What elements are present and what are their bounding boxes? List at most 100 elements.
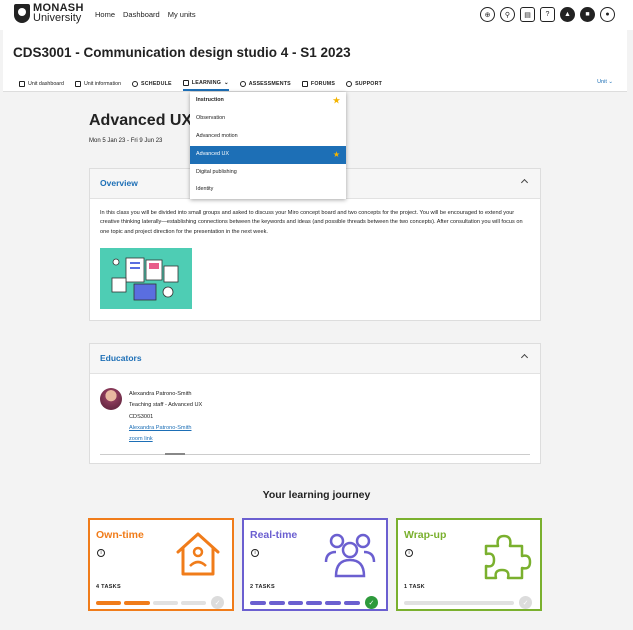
info-icon[interactable]: i — [97, 549, 105, 557]
star-icon[interactable]: ★ — [333, 92, 340, 110]
overview-text: In this class you will be divided into s… — [100, 210, 523, 235]
info-icon[interactable]: i — [405, 549, 413, 557]
top-icons: ⊕ ⚲ ▤ ? ▲ ■ ● — [480, 7, 615, 22]
assessment-icon — [239, 81, 246, 87]
check-icon: ✓ — [211, 596, 224, 609]
nav-my-units[interactable]: My units — [168, 10, 196, 19]
hourglass-icon — [74, 81, 81, 87]
unit-title: CDS3001 - Communication design studio 4 … — [13, 45, 351, 60]
progress-segment — [404, 600, 514, 605]
dropdown-item-identity[interactable]: Identity — [190, 181, 346, 199]
tab-label: LEARNING — [191, 80, 222, 86]
dropdown-item-digital-publishing[interactable]: Digital publishing — [190, 164, 346, 182]
progress-bar: ✓ — [250, 596, 378, 609]
unit-menu-button[interactable]: Unit ⌄ — [597, 79, 613, 85]
unit-header: CDS3001 - Communication design studio 4 … — [3, 30, 627, 92]
progress-segment — [287, 600, 304, 605]
illustration-image — [100, 248, 192, 309]
tab-label: Unit dashboard — [28, 81, 64, 87]
zoom-link[interactable]: zoom link — [129, 434, 202, 445]
progress-segment — [325, 600, 342, 605]
tab-label: ASSESSMENTS — [248, 81, 291, 87]
progress-segment — [250, 600, 266, 605]
user-profile-icon[interactable]: ● — [600, 7, 615, 22]
progress-segment — [124, 600, 150, 605]
chevron-up-icon[interactable] — [520, 353, 529, 362]
progress-segment — [152, 600, 178, 605]
check-icon: ✓ — [364, 596, 378, 609]
star-icon[interactable]: ★ — [333, 146, 340, 164]
dropdown-item-label: Advanced motion — [196, 133, 238, 139]
dropdown-item-instruction[interactable]: Instruction ★ — [190, 92, 346, 110]
tab-label: SUPPORT — [355, 81, 383, 87]
nav-dashboard[interactable]: Dashboard — [123, 10, 160, 19]
dashboard-icon — [19, 81, 25, 87]
tab-assessments[interactable]: ASSESSMENTS — [239, 77, 291, 91]
card-title: Real-time — [250, 529, 298, 541]
tab-support[interactable]: SUPPORT — [346, 77, 382, 91]
educators-card: Educators Alexandra Patrono-Smith Teachi… — [89, 343, 541, 464]
puzzle-icon — [484, 534, 532, 580]
lifebuoy-icon — [346, 81, 353, 87]
house-icon — [176, 532, 220, 576]
tab-label: FORUMS — [310, 81, 336, 87]
progress-segment — [180, 600, 206, 605]
unit-tabs: Unit dashboard Unit information SCHEDULE… — [19, 77, 382, 91]
tab-forums[interactable]: FORUMS — [301, 77, 336, 91]
nav-home[interactable]: Home — [95, 10, 115, 19]
card-title: Wrap-up — [404, 529, 447, 541]
educator-email-link[interactable]: Alexandra Patrono-Smith — [129, 423, 202, 434]
chevron-up-icon[interactable] — [520, 178, 529, 187]
journey-title: Your learning journey — [262, 489, 371, 501]
progress-bar: ✓ — [96, 596, 224, 609]
dropdown-item-label: Instruction — [196, 97, 224, 103]
tab-schedule[interactable]: SCHEDULE — [132, 77, 172, 91]
dropdown-item-advanced-motion[interactable]: Advanced motion — [190, 128, 346, 146]
dropdown-item-label: Observation — [196, 115, 226, 121]
zoom-icon[interactable]: ⊕ — [480, 7, 495, 22]
book-icon — [182, 80, 189, 86]
dropdown-item-advanced-ux[interactable]: Advanced UX ★ — [190, 146, 346, 164]
messages-icon[interactable]: ■ — [580, 7, 595, 22]
clock-icon — [132, 81, 139, 87]
dropdown-item-label: Digital publishing — [196, 169, 237, 175]
learning-dropdown: Instruction ★ Observation Advanced motio… — [190, 92, 346, 199]
dropdown-item-label: Advanced UX — [196, 151, 229, 157]
progress-bar: ✓ — [404, 596, 532, 609]
collaboration-illustration — [106, 254, 186, 303]
chevron-down-icon: ⌄ — [224, 80, 229, 86]
progress-segment — [344, 600, 360, 605]
page-title: Advanced UX — [89, 112, 193, 129]
group-icon — [324, 533, 376, 578]
avatar — [100, 388, 122, 410]
check-icon: ✓ — [519, 596, 532, 609]
monash-logo[interactable]: MONASH University — [14, 3, 84, 24]
wrap-up-card[interactable]: Wrap-up i 1 TASK ✓ — [396, 518, 542, 611]
overview-heading: Overview — [100, 178, 138, 188]
sidebar-icon[interactable]: ▤ — [520, 7, 535, 22]
tab-unit-dashboard[interactable]: Unit dashboard — [19, 77, 64, 91]
scrollbar-thumb[interactable] — [165, 453, 185, 455]
tab-unit-information[interactable]: Unit information — [74, 77, 122, 91]
educators-heading: Educators — [100, 353, 142, 363]
notifications-icon[interactable]: ▲ — [560, 7, 575, 22]
real-time-card[interactable]: Real-time i 2 TASKS ✓ — [242, 518, 388, 611]
tab-learning[interactable]: LEARNING ⌄ — [182, 77, 229, 91]
unit-menu-label: Unit — [597, 79, 607, 85]
dropdown-item-observation[interactable]: Observation — [190, 110, 346, 128]
dropdown-item-label: Identity — [196, 186, 214, 192]
link-icon[interactable]: ⚲ — [500, 7, 515, 22]
task-count: 4 TASKS — [96, 584, 121, 590]
tab-label: Unit information — [83, 81, 122, 87]
tab-label: SCHEDULE — [141, 81, 172, 87]
logo-line2: University — [33, 12, 82, 24]
info-icon[interactable]: i — [251, 549, 259, 557]
own-time-card[interactable]: Own-time i 4 TASKS ✓ — [88, 518, 234, 611]
educator-unit: CDS3001 — [129, 413, 154, 420]
chat-icon — [301, 81, 308, 87]
card-title: Own-time — [96, 529, 144, 541]
date-range: Mon 5 Jan 23 - Fri 9 Jun 23 — [89, 138, 163, 144]
progress-segment — [268, 600, 285, 605]
educators-header[interactable]: Educators — [90, 344, 540, 374]
help-icon[interactable]: ? — [540, 7, 555, 22]
